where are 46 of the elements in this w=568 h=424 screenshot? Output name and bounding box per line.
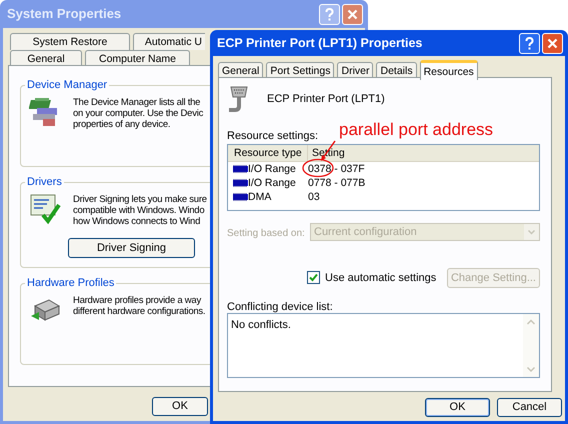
checkbox[interactable] xyxy=(307,271,320,284)
window-title: ECP Printer Port (LPT1) Properties xyxy=(217,34,424,52)
ok-button[interactable]: OK xyxy=(425,398,490,417)
close-icon xyxy=(547,38,558,48)
close-button[interactable] xyxy=(542,32,563,54)
chip-icon xyxy=(233,165,248,173)
annotation-label: parallel port address xyxy=(339,120,494,139)
tab[interactable]: System Restore xyxy=(10,33,130,50)
help-icon xyxy=(525,36,534,50)
help-button[interactable] xyxy=(519,32,540,54)
description-text: compatible with Windows. Windo xyxy=(73,205,206,216)
device-name: ECP Printer Port (LPT1) xyxy=(267,92,385,107)
tab[interactable]: Resources xyxy=(420,60,478,80)
certificate-check-icon xyxy=(29,193,61,225)
conflicts-text: No conflicts. xyxy=(231,318,291,333)
description-text: how Windows connects to Wind xyxy=(73,216,202,227)
description-text: on your computer. Use the Devic xyxy=(73,108,204,119)
field-label: Setting based on: xyxy=(227,227,305,241)
description-text: Hardware profiles provide a way xyxy=(73,295,202,306)
description-text: properties of any device. xyxy=(73,119,172,130)
section-label: Resource settings: xyxy=(227,129,318,144)
ok-button[interactable]: OK xyxy=(152,397,208,416)
table-cell-text: DMA xyxy=(248,190,272,204)
close-button[interactable] xyxy=(342,4,363,24)
table-cell: 0378 - 037F xyxy=(308,162,365,176)
checkbox-label[interactable]: Use automatic settings xyxy=(325,270,436,286)
chevron-down-icon xyxy=(528,230,535,234)
description-text: The Device Manager lists all the xyxy=(73,97,202,108)
help-icon xyxy=(325,8,334,20)
table-cell: 03 xyxy=(308,190,320,204)
help-button[interactable] xyxy=(319,4,340,24)
description-text: different hardware configurations. xyxy=(73,306,206,317)
group-title: Device Manager xyxy=(25,78,110,92)
chip-icon xyxy=(233,179,248,187)
tab[interactable]: Automatic U xyxy=(133,33,205,50)
driver-signing-button[interactable]: Driver Signing xyxy=(68,238,195,258)
description-text: Driver Signing lets you make sure xyxy=(73,194,207,205)
section-label: Conflicting device list: xyxy=(227,300,333,315)
cancel-button[interactable]: Cancel xyxy=(497,398,562,417)
table-cell-text: I/O Range xyxy=(248,176,297,190)
table-cell-text: I/O Range xyxy=(248,162,297,176)
window-title: System Properties xyxy=(7,5,122,24)
close-icon xyxy=(347,8,358,20)
table-cell: 0778 - 077B xyxy=(308,176,366,190)
chip-icon xyxy=(233,193,248,201)
column-header[interactable]: Resource type xyxy=(228,145,308,161)
